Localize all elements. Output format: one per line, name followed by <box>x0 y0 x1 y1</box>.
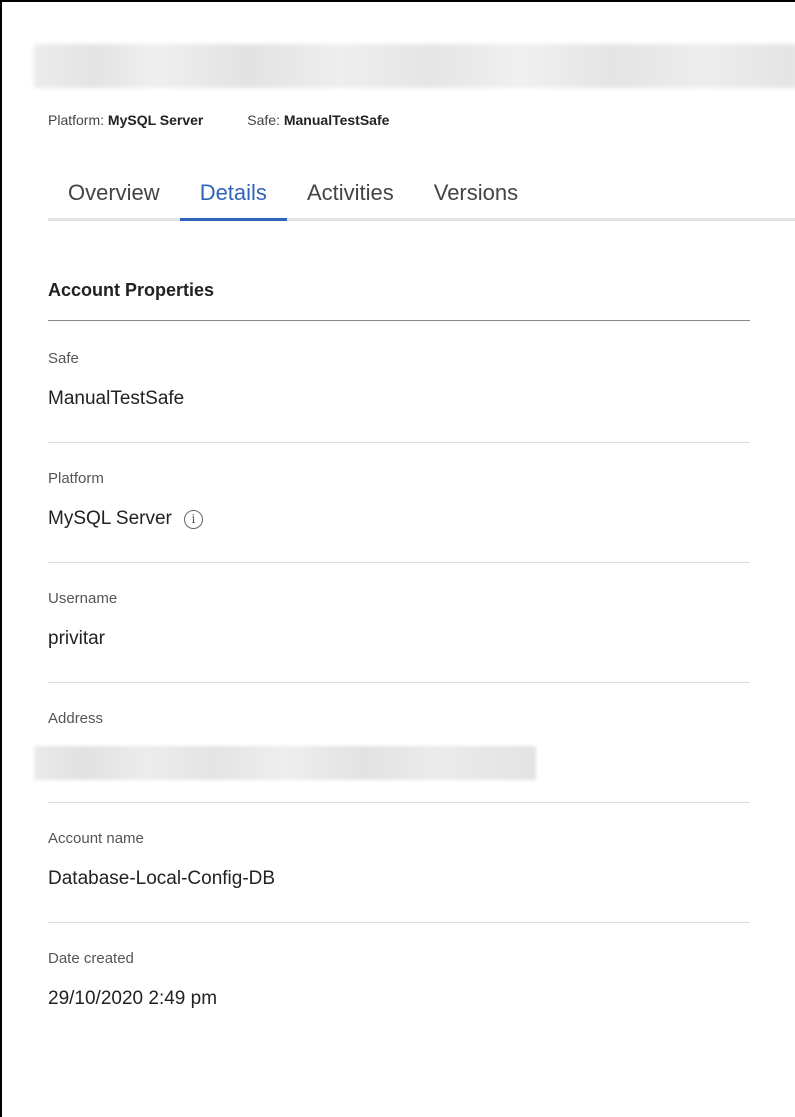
property-value-text: MySQL Server <box>48 508 172 529</box>
platform-meta: Platform: MySQL Server <box>48 112 203 128</box>
property-label: Platform <box>48 470 104 487</box>
platform-meta-value: MySQL Server <box>107 112 204 128</box>
property-label: Address <box>48 710 104 727</box>
property-value: MySQL Server i <box>48 508 203 530</box>
property-label: Safe <box>48 350 79 367</box>
property-username: Username privitar <box>48 562 750 683</box>
property-value: privitar <box>48 628 105 650</box>
account-details-panel: Platform: MySQL Server Safe: ManualTestS… <box>0 0 795 1117</box>
property-value-text: ManualTestSafe <box>48 388 185 409</box>
property-label: Username <box>48 590 118 607</box>
property-account-name: Account name Database-Local-Config-DB <box>48 802 750 923</box>
redacted-address-value <box>34 746 536 780</box>
property-value-text: Database-Local-Config-DB <box>48 868 276 889</box>
account-meta-row: Platform: MySQL Server Safe: ManualTestS… <box>48 112 389 128</box>
property-date-created: Date created 29/10/2020 2:49 pm <box>48 922 750 1042</box>
section-title: Account Properties <box>48 280 215 300</box>
tab-activities[interactable]: Activities <box>287 180 414 221</box>
property-address: Address <box>34 682 750 803</box>
property-value-text: 29/10/2020 2:49 pm <box>48 988 218 1009</box>
section-divider <box>48 320 750 321</box>
tab-overview[interactable]: Overview <box>48 180 180 221</box>
safe-meta-key: Safe: <box>247 112 280 128</box>
safe-meta: Safe: ManualTestSafe <box>247 112 389 128</box>
property-value: Database-Local-Config-DB <box>48 868 275 890</box>
info-icon[interactable]: i <box>183 509 203 529</box>
tab-versions[interactable]: Versions <box>414 180 538 221</box>
property-label: Account name <box>48 830 144 847</box>
tab-bar: Overview Details Activities Versions <box>48 166 795 221</box>
property-value: ManualTestSafe <box>48 388 184 410</box>
platform-meta-key: Platform: <box>48 112 105 128</box>
property-safe: Safe ManualTestSafe <box>48 322 750 443</box>
redacted-account-title <box>34 44 795 88</box>
property-value: 29/10/2020 2:49 pm <box>48 988 217 1010</box>
property-platform: Platform MySQL Server i <box>48 442 750 563</box>
property-label: Date created <box>48 950 134 967</box>
safe-meta-value: ManualTestSafe <box>283 112 390 128</box>
tab-details[interactable]: Details <box>179 180 287 221</box>
property-value-text: privitar <box>48 628 106 649</box>
